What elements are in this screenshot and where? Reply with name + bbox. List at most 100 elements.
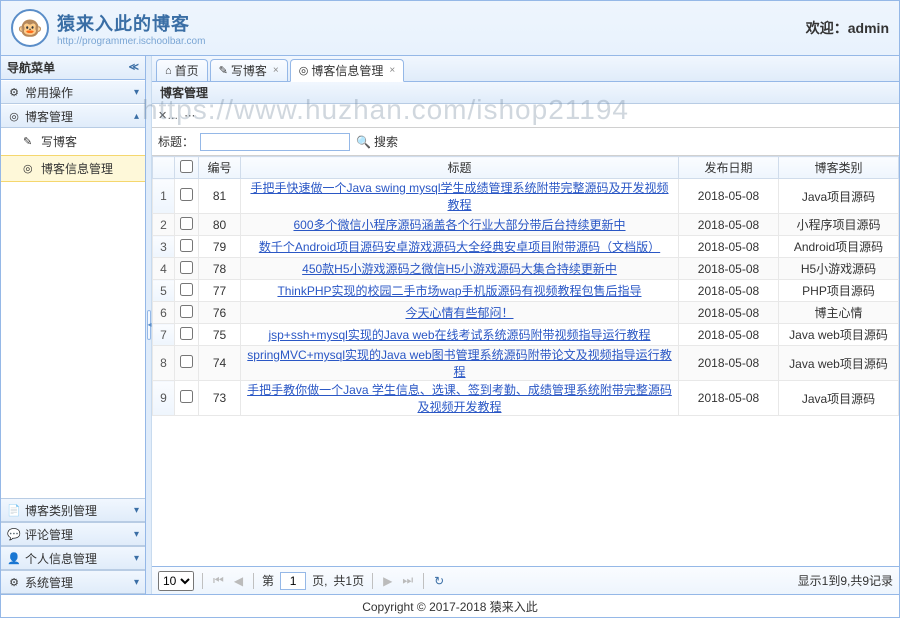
close-icon[interactable]: × [389, 65, 395, 76]
table-row[interactable]: 8 74springMVC+mysql实现的Java web图书管理系统源码附带论… [153, 346, 899, 381]
row-date: 2018-05-08 [679, 179, 779, 214]
first-page-button[interactable]: ⏮ [211, 573, 226, 588]
next-page-button[interactable]: ▶ [381, 574, 394, 588]
row-category: PHP项目源码 [779, 280, 899, 302]
row-number: 6 [153, 302, 175, 324]
close-icon[interactable]: × [273, 65, 279, 76]
chevron-up-icon: ▴ [134, 111, 139, 122]
search-button[interactable]: 🔍 搜索 [356, 133, 398, 150]
edit-icon: ✎ [219, 64, 228, 77]
tree-node-blog-info[interactable]: ◎ 博客信息管理 [1, 155, 145, 182]
row-title[interactable]: ThinkPHP实现的校园二手市场wap手机版源码有视频教程包售后指导 [241, 280, 679, 302]
row-number: 8 [153, 346, 175, 381]
row-id: 77 [199, 280, 241, 302]
nav-title: 导航菜单 ≪ [1, 56, 145, 80]
row-number: 3 [153, 236, 175, 258]
row-checkbox[interactable] [175, 236, 199, 258]
row-category: 小程序项目源码 [779, 214, 899, 236]
chevron-down-icon: ▾ [134, 529, 139, 540]
page-input[interactable] [280, 572, 306, 590]
row-checkbox[interactable] [175, 302, 199, 324]
sidebar-section-system[interactable]: ⚙ 系统管理 ▾ [1, 570, 145, 594]
sidebar-section-common[interactable]: ⚙ 常用操作 ▾ [1, 80, 145, 104]
tab-blog-info[interactable]: ◎ 博客信息管理 × [290, 59, 404, 82]
prev-page-button[interactable]: ◀ [232, 574, 245, 588]
row-title[interactable]: 手把手教你做一个Java 学生信息、选课、签到考勤、成绩管理系统附带完整源码及视… [241, 381, 679, 416]
logo-block: 🐵 猿来入此的博客 http://programmer.ischoolbar.c… [11, 9, 205, 47]
row-checkbox[interactable] [175, 324, 199, 346]
row-date: 2018-05-08 [679, 236, 779, 258]
tab-home[interactable]: ⌂ 首页 [156, 59, 208, 81]
chevron-down-icon: ▾ [134, 87, 139, 98]
row-checkbox[interactable] [175, 258, 199, 280]
row-number: 7 [153, 324, 175, 346]
col-date[interactable]: 发布日期 [679, 157, 779, 179]
row-checkbox[interactable] [175, 179, 199, 214]
search-input[interactable] [200, 133, 350, 151]
col-checkbox-header[interactable] [175, 157, 199, 179]
collapse-icon[interactable]: ≪ [129, 62, 139, 73]
sidebar-section-comment[interactable]: 💬 评论管理 ▾ [1, 522, 145, 546]
col-title[interactable]: 标题 [241, 157, 679, 179]
row-id: 81 [199, 179, 241, 214]
col-category[interactable]: 博客类别 [779, 157, 899, 179]
sidebar-section-profile[interactable]: 👤 个人信息管理 ▾ [1, 546, 145, 570]
row-id: 74 [199, 346, 241, 381]
row-title[interactable]: 手把手快速做一个Java swing mysql学生成绩管理系统附带完整源码及开… [241, 179, 679, 214]
chat-icon: 💬 [7, 527, 21, 541]
last-page-button[interactable]: ⏭ [400, 573, 415, 588]
table-row[interactable]: 577ThinkPHP实现的校园二手市场wap手机版源码有视频教程包售后指导20… [153, 280, 899, 302]
row-checkbox[interactable] [175, 346, 199, 381]
tree-node-write[interactable]: ✎ 写博客 [1, 128, 145, 155]
row-number: 1 [153, 179, 175, 214]
row-date: 2018-05-08 [679, 324, 779, 346]
row-title[interactable]: 数千个Android项目源码安卓游戏源码大全经典安卓项目附带源码（文档版） [241, 236, 679, 258]
table-row[interactable]: 6 76今天心情有些郁闷！2018-05-08博主心情 [153, 302, 899, 324]
table-row[interactable]: 7 75jsp+ssh+mysql实现的Java web在线考试系统源码附带视频指… [153, 324, 899, 346]
row-id: 75 [199, 324, 241, 346]
row-title[interactable]: 600多个微信小程序源码涵盖各个行业大部分带后台持续更新中 [241, 214, 679, 236]
page-size-select[interactable]: 10 [158, 571, 194, 591]
row-checkbox[interactable] [175, 381, 199, 416]
data-grid: 编号 标题 发布日期 博客类别 1 81手把手快速做一个Java swing my… [152, 156, 899, 566]
row-category: H5小游戏源码 [779, 258, 899, 280]
user-icon: 👤 [7, 551, 21, 565]
circle-icon: ◎ [23, 162, 37, 175]
table-row[interactable]: 478450款H5小游戏源码之微信H5小游戏源码大集合持续更新中2018-05-… [153, 258, 899, 280]
tabstrip: ⌂ 首页 ✎ 写博客 × ◎ 博客信息管理 × [152, 56, 899, 82]
gear-icon: ⚙ [7, 575, 21, 589]
chevron-down-icon: ▾ [134, 577, 139, 588]
row-title[interactable]: jsp+ssh+mysql实现的Java web在线考试系统源码附带视频指导运行… [241, 324, 679, 346]
home-icon: ⌂ [165, 65, 172, 77]
page-suffix: 页, [312, 572, 327, 589]
main-panel: ⌂ 首页 ✎ 写博客 × ◎ 博客信息管理 × 博客管理 https://www… [152, 56, 899, 594]
welcome-text: 欢迎：admin [806, 18, 889, 38]
refresh-button[interactable]: ↻ [432, 574, 446, 588]
toolbar-btn-1[interactable]: ✕… [158, 109, 178, 122]
toolbar-btn-2[interactable]: ⋯ [184, 109, 195, 122]
row-title[interactable]: 今天心情有些郁闷！ [241, 302, 679, 324]
row-id: 76 [199, 302, 241, 324]
table-row[interactable]: 973手把手教你做一个Java 学生信息、选课、签到考勤、成绩管理系统附带完整源… [153, 381, 899, 416]
row-checkbox[interactable] [175, 214, 199, 236]
row-id: 79 [199, 236, 241, 258]
col-id[interactable]: 编号 [199, 157, 241, 179]
edit-icon: ✎ [23, 135, 37, 148]
toolbar: ✕… ⋯ [152, 104, 899, 128]
row-title[interactable]: 450款H5小游戏源码之微信H5小游戏源码大集合持续更新中 [241, 258, 679, 280]
table-row[interactable]: 280600多个微信小程序源码涵盖各个行业大部分带后台持续更新中2018-05-… [153, 214, 899, 236]
row-id: 80 [199, 214, 241, 236]
panel-title: 博客管理 [152, 82, 899, 104]
row-checkbox[interactable] [175, 280, 199, 302]
row-category: 博主心情 [779, 302, 899, 324]
chevron-down-icon: ▾ [134, 553, 139, 564]
row-title[interactable]: springMVC+mysql实现的Java web图书管理系统源码附带论文及视… [241, 346, 679, 381]
sidebar-section-category[interactable]: 📄 博客类别管理 ▾ [1, 498, 145, 522]
document-icon: 📄 [7, 503, 21, 517]
table-row[interactable]: 1 81手把手快速做一个Java swing mysql学生成绩管理系统附带完整源… [153, 179, 899, 214]
tab-write[interactable]: ✎ 写博客 × [210, 59, 288, 81]
row-number: 4 [153, 258, 175, 280]
table-row[interactable]: 3 79数千个Android项目源码安卓游戏源码大全经典安卓项目附带源码（文档版）… [153, 236, 899, 258]
sidebar-section-blog[interactable]: ◎ 博客管理 ▴ [1, 104, 145, 128]
row-date: 2018-05-08 [679, 302, 779, 324]
